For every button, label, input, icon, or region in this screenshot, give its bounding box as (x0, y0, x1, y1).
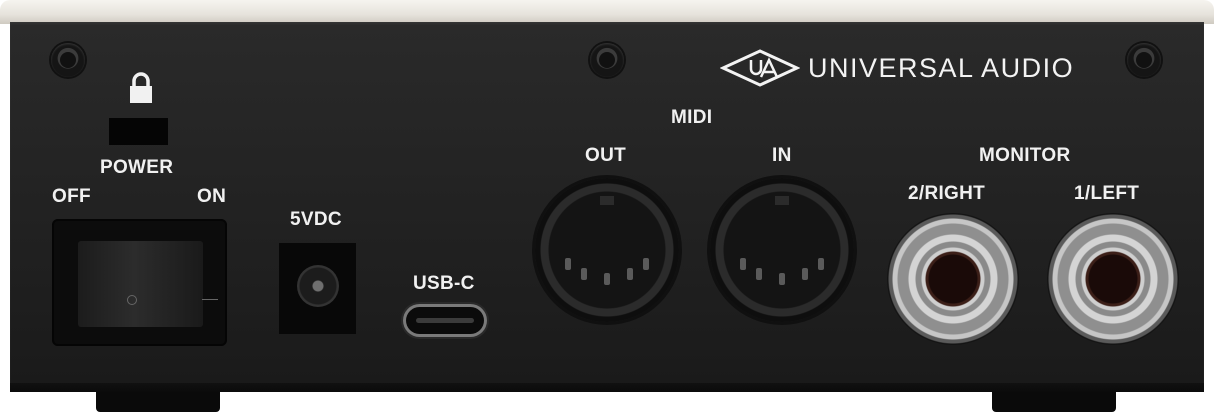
dc-jack-socket (297, 265, 339, 307)
screw-left (51, 43, 85, 77)
midi-key-notch (600, 196, 614, 205)
midi-pin (643, 258, 649, 270)
midi-pin (756, 268, 762, 280)
midi-pin (802, 268, 808, 280)
right-foot (992, 392, 1116, 412)
midi-out-label: OUT (585, 145, 627, 166)
rocker-face (78, 241, 218, 327)
lock-icon (130, 72, 152, 103)
brand-logo: UNIVERSAL AUDIO (720, 48, 1074, 88)
midi-key-notch (775, 196, 789, 205)
screw-center (590, 43, 624, 77)
left-foot (96, 392, 220, 412)
midi-pin (740, 258, 746, 270)
midi-pin (779, 273, 785, 285)
monitor-right-jack[interactable] (887, 213, 1019, 345)
on-symbol-icon (202, 299, 218, 300)
panel-bottom-edge (10, 383, 1204, 392)
monitor-left-label: 1/LEFT (1074, 183, 1140, 204)
kensington-lock-slot[interactable] (109, 118, 168, 145)
usb-c-port[interactable] (406, 307, 484, 334)
monitor-label: MONITOR (979, 145, 1071, 166)
chassis-top-trim (0, 0, 1214, 24)
midi-label: MIDI (671, 107, 713, 128)
midi-pin (581, 268, 587, 280)
midi-in-label: IN (772, 145, 792, 166)
midi-pin (604, 273, 610, 285)
power-off-label: OFF (52, 186, 91, 207)
power-on-label: ON (197, 186, 227, 207)
dc-input-label: 5VDC (290, 209, 342, 230)
midi-pin (627, 268, 633, 280)
midi-in-port[interactable] (710, 178, 854, 322)
brand-name: UNIVERSAL AUDIO (808, 52, 1075, 83)
off-symbol-icon (127, 295, 137, 305)
ua-diamond-logo-icon (720, 49, 800, 87)
usb-label: USB-C (413, 273, 475, 294)
midi-pin (565, 258, 571, 270)
dc-power-jack[interactable] (279, 243, 356, 334)
monitor-right-label: 2/RIGHT (908, 183, 986, 204)
midi-out-port[interactable] (535, 178, 679, 322)
monitor-left-jack[interactable] (1047, 213, 1179, 345)
screw-right (1127, 43, 1161, 77)
midi-pin (818, 258, 824, 270)
power-label: POWER (100, 157, 174, 178)
power-switch[interactable] (52, 219, 227, 346)
